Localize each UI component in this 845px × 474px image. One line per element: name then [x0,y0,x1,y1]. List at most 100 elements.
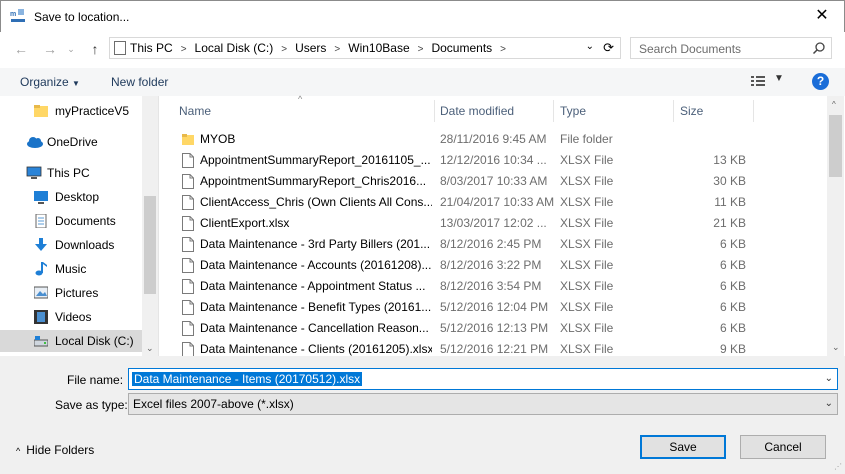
forward-button[interactable]: → [41,40,59,58]
computer-icon [26,166,42,179]
file-name: MYOB [200,132,236,146]
file-date: 5/12/2016 12:13 PM [440,321,549,335]
sidebar-scrollbar-thumb[interactable] [144,196,156,294]
sidebar-item-downloads[interactable]: Downloads [0,234,142,256]
sidebar-item-label: OneDrive [47,135,98,149]
breadcrumb-item[interactable]: Users [295,41,326,55]
address-bar[interactable]: This PC > Local Disk (C:) > Users > Win10Base >… [109,37,621,59]
sidebar-item-onedrive[interactable]: OneDrive [0,131,142,153]
cancel-button[interactable]: Cancel [740,435,826,459]
sidebar-item-mypracticev5[interactable]: myPracticeV5 [0,100,142,122]
file-name: Data Maintenance - Accounts (20161208)..… [200,258,432,272]
cloud-icon [27,137,43,148]
column-divider[interactable] [553,100,554,122]
file-name: Data Maintenance - Benefit Types (20161.… [200,300,432,314]
drive-icon [34,336,48,347]
column-header-date[interactable]: Date modified [440,100,514,122]
sidebar-item-label: Local Disk (C:) [55,334,134,348]
filename-value[interactable]: Data Maintenance - Items (20170512).xlsx [132,372,363,386]
file-row[interactable]: AppointmentSummaryReport_Chris2016... 8/0… [176,171,826,192]
search-input[interactable]: Search Documents [630,37,832,59]
filename-input[interactable]: Data Maintenance - Items (20170512).xlsx… [128,368,838,390]
organize-label: Organize [20,75,69,89]
sidebar-item-pictures[interactable]: Pictures [0,282,142,304]
back-button[interactable]: ← [12,40,30,58]
sidebar-item-videos[interactable]: Videos [0,306,142,328]
close-button[interactable]: ✕ [806,3,838,29]
title-bar: m Save to location... ✕ [0,0,845,32]
address-dropdown-icon[interactable]: ⌄ [586,41,594,52]
scroll-down-icon[interactable]: ⌄ [832,342,840,353]
document-icon [182,279,194,294]
resize-grip-icon[interactable]: ⋰ [834,462,842,471]
search-placeholder: Search Documents [639,42,742,56]
sidebar-item-desktop[interactable]: Desktop [0,186,142,208]
save-button[interactable]: Save [640,435,726,459]
file-size: 13 KB [713,153,746,167]
view-dropdown-icon[interactable]: ▼ [774,73,784,84]
sidebar-item-label: Documents [55,214,116,228]
help-icon[interactable]: ? [812,73,829,90]
column-header-name[interactable]: Name [179,100,211,122]
file-name: AppointmentSummaryReport_Chris2016... [200,174,427,188]
sidebar-item-music[interactable]: Music [0,258,142,280]
desktop-icon [34,191,48,204]
hide-folders-button[interactable]: ^ Hide Folders [16,443,94,457]
file-list-scrollbar-thumb[interactable] [829,115,842,177]
videos-icon [34,310,48,324]
file-row[interactable]: Data Maintenance - Benefit Types (20161.… [176,297,826,318]
file-type: File folder [560,132,613,146]
search-icon[interactable] [812,41,826,55]
column-header-type[interactable]: Type [560,100,586,122]
breadcrumb-item[interactable]: Win10Base [348,41,409,55]
file-type: XLSX File [560,321,614,335]
organize-button[interactable]: Organize ▼ [20,75,80,89]
file-row[interactable]: ClientExport.xlsx 13/03/2017 12:02 ... XLS… [176,213,826,234]
file-row[interactable]: Data Maintenance - Accounts (20161208)..… [176,255,826,276]
document-icon [182,216,194,231]
collapse-caret-icon: ^ [16,446,21,456]
view-options-icon[interactable] [751,75,765,87]
savetype-value: Excel files 2007-above (*.xlsx) [133,397,294,411]
scroll-up-icon[interactable]: ^ [832,100,836,109]
file-name: Data Maintenance - Cancellation Reason..… [200,321,429,335]
app-logo-icon: m [10,9,25,22]
file-row[interactable]: ClientAccess_Chris (Own Clients All Cons… [176,192,826,213]
document-icon [182,300,194,315]
sidebar-item-label: Pictures [55,286,99,300]
file-type: XLSX File [560,258,614,272]
file-size: 6 KB [719,300,746,314]
up-button[interactable]: ↑ [86,40,104,58]
file-row[interactable]: Data Maintenance - 3rd Party Billers (20… [176,234,826,255]
recent-locations-button[interactable]: ⌄ [62,40,80,58]
sidebar-item-documents[interactable]: Documents [0,210,142,232]
column-divider[interactable] [753,100,754,122]
breadcrumb-item[interactable]: Local Disk (C:) [195,41,274,55]
file-row[interactable]: AppointmentSummaryReport_20161105_... 12/… [176,150,826,171]
file-size: 21 KB [713,216,746,230]
sidebar-scroll-down-icon[interactable]: ⌄ [146,343,154,354]
organize-caret-icon: ▼ [72,79,80,88]
sidebar-item-local-disk[interactable]: Local Disk (C:) [0,330,142,352]
documents-icon [35,214,47,228]
file-name: ClientAccess_Chris (Own Clients All Cons… [200,195,432,209]
music-icon [35,262,47,276]
file-row[interactable]: Data Maintenance - Cancellation Reason..… [176,318,826,339]
savetype-select[interactable]: Excel files 2007-above (*.xlsx) ⌄ [128,393,838,415]
file-row[interactable]: Data Maintenance - Appointment Status ..… [176,276,826,297]
downloads-icon [35,238,47,251]
sidebar-item-label: This PC [47,166,90,180]
breadcrumb-item[interactable]: Documents [431,41,492,55]
column-header-size[interactable]: Size [680,100,703,122]
window-title: Save to location... [34,10,130,24]
folder-row[interactable]: MYOB 28/11/2016 9:45 AM File folder [176,129,826,150]
column-divider[interactable] [673,100,674,122]
sidebar-item-this-pc[interactable]: This PC [0,162,142,184]
filename-dropdown-icon[interactable]: ⌄ [825,373,833,384]
column-divider[interactable] [434,100,435,122]
sidebar-item-label: Desktop [55,190,100,204]
refresh-icon[interactable]: ⟳ [603,40,614,56]
savetype-dropdown-icon[interactable]: ⌄ [825,398,833,409]
breadcrumb-item[interactable]: This PC [130,41,173,55]
new-folder-button[interactable]: New folder [111,75,168,89]
